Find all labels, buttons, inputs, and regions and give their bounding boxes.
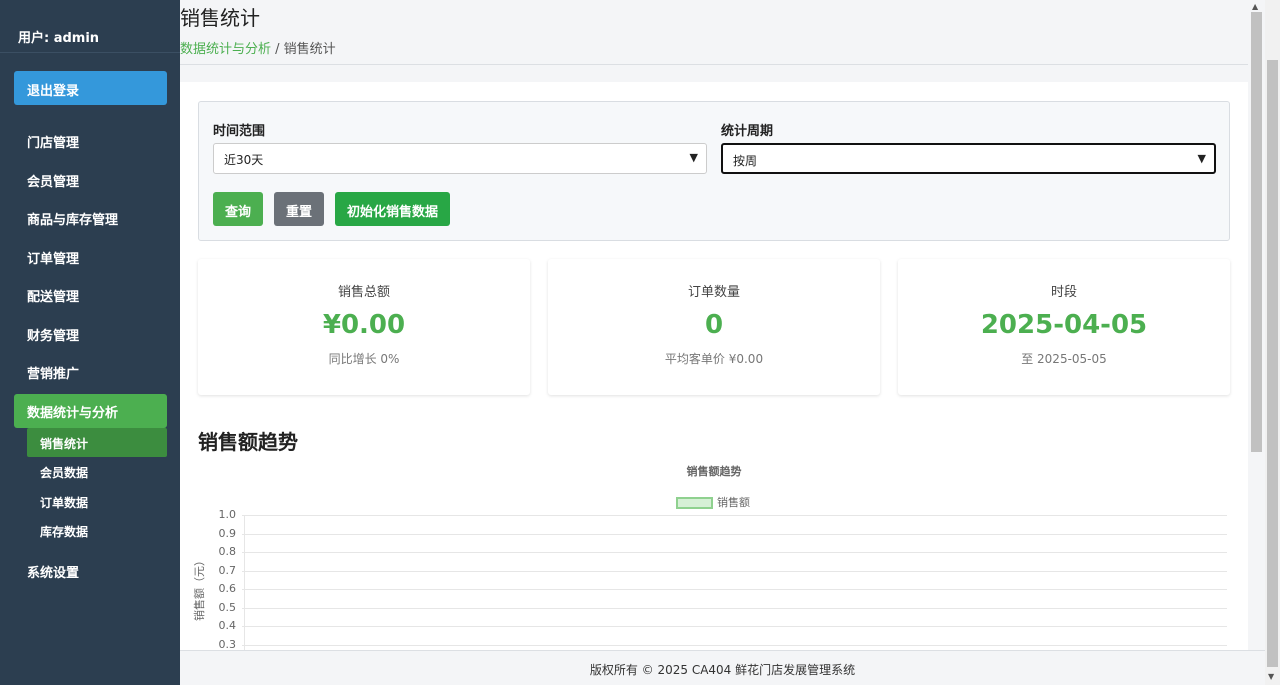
init-sales-data-button[interactable]: 初始化销售数据	[335, 192, 451, 226]
stat-card-total-sales: 销售总额 ¥0.00 同比增长 0%	[198, 259, 530, 395]
page-title: 销售统计	[180, 6, 260, 30]
sidebar-item-finance[interactable]: 财务管理	[0, 313, 180, 352]
chart-y-tick: 0.7	[218, 563, 237, 577]
chart-gridline	[242, 626, 1227, 627]
sidebar-item-delivery[interactable]: 配送管理	[0, 274, 180, 313]
stat-card-title: 订单数量	[687, 285, 740, 300]
chart-y-tick: 1.0	[218, 508, 237, 521]
section-title-sales-trend: 销售额趋势	[198, 430, 298, 454]
range-label: 时间范围	[213, 124, 266, 139]
breadcrumb-link-analytics[interactable]: 数据统计与分析	[180, 42, 271, 57]
period-select[interactable]: 按周 ▼	[721, 143, 1216, 174]
chevron-down-icon: ▼	[1197, 152, 1206, 165]
stat-card-sub: 平均客单价 ¥0.00	[664, 352, 764, 366]
reset-button[interactable]: 重置	[274, 192, 325, 226]
submenu-order-data[interactable]: 订单数据	[27, 487, 167, 517]
sales-trend-chart: 销售额趋势 销售额 销售额（元） 1.0 0.9 0.8 0.7 0.6 0.5 0.4 0.…	[193, 460, 1230, 651]
stat-card-sub: 同比增长 0%	[328, 352, 400, 366]
chart-gridline	[242, 533, 1227, 535]
sidebar-menu: 门店管理 会员管理 商品与库存管理 订单管理 配送管理 财务管理 营销推广 数据…	[0, 120, 180, 588]
sidebar-item-analytics[interactable]: 数据统计与分析	[14, 393, 167, 428]
range-select-value: 近30天	[224, 153, 264, 167]
sidebar-item-stores[interactable]: 门店管理	[0, 120, 180, 159]
stat-card-value: 0	[704, 310, 724, 340]
chart-y-tick: 0.9	[218, 526, 237, 540]
stat-card-value: ¥0.00	[322, 310, 406, 340]
sidebar-item-marketing[interactable]: 营销推广	[0, 351, 180, 390]
sidebar-item-products[interactable]: 商品与库存管理	[0, 197, 180, 236]
period-select-value: 按周	[733, 154, 758, 168]
sidebar-item-settings[interactable]: 系统设置	[0, 550, 180, 589]
submenu-inventory-data[interactable]: 库存数据	[27, 516, 167, 546]
sidebar-item-members[interactable]: 会员管理	[0, 159, 180, 198]
analytics-submenu: 销售统计 会员数据 订单数据 库存数据	[27, 427, 167, 546]
chart-gridline	[242, 644, 1227, 646]
stat-card-title: 时段	[1050, 285, 1077, 300]
chart-y-tick: 0.4	[218, 619, 237, 632]
submenu-member-data[interactable]: 会员数据	[27, 457, 167, 487]
footer-copyright: 版权所有 © 2025 CA404 鲜花门店发展管理系统	[180, 650, 1265, 685]
chart-gridline	[242, 607, 1227, 609]
scroll-up-icon[interactable]: ▲	[1252, 2, 1258, 11]
sidebar-item-orders[interactable]: 订单管理	[0, 236, 180, 275]
chart-y-axis	[244, 515, 245, 650]
sidebar: 用户: admin 退出登录 门店管理 会员管理 商品与库存管理 订单管理 配送…	[0, 0, 180, 685]
logout-button[interactable]: 退出登录	[14, 71, 167, 105]
breadcrumb-current: 销售统计	[283, 42, 336, 57]
chart-gridline	[242, 515, 1227, 516]
chart-y-tick: 0.6	[218, 582, 237, 595]
stat-card-value: 2025-04-05	[980, 310, 1148, 340]
filter-panel: 时间范围 近30天 ▼ 统计周期 按周 ▼ 查询 重置 初始化销售数据	[198, 101, 1230, 241]
stat-card-title: 销售总额	[337, 285, 390, 300]
page-scrollbar-thumb[interactable]	[1267, 60, 1278, 667]
chart-gridline	[242, 552, 1227, 553]
range-select[interactable]: 近30天 ▼	[213, 143, 707, 174]
chart-title: 销售额趋势	[686, 465, 742, 478]
stat-card-order-count: 订单数量 0 平均客单价 ¥0.00	[548, 259, 880, 395]
chart-y-axis-label: 销售额（元）	[193, 555, 206, 621]
page-header: 销售统计 数据统计与分析 / 销售统计	[180, 0, 1248, 65]
current-user: 用户: admin	[0, 0, 180, 53]
main-panel: 时间范围 近30天 ▼ 统计周期 按周 ▼ 查询 重置 初始化销售数据 销售总额…	[180, 82, 1248, 651]
chevron-down-icon: ▼	[689, 151, 698, 164]
chart-y-tick: 0.8	[218, 545, 237, 558]
period-label: 统计周期	[721, 124, 774, 139]
chart-legend[interactable]: 销售额	[676, 494, 750, 510]
submenu-sales-stats[interactable]: 销售统计	[27, 427, 167, 457]
breadcrumb: 数据统计与分析 / 销售统计	[180, 38, 336, 57]
chart-y-tick: 0.3	[218, 637, 237, 651]
legend-swatch	[676, 497, 713, 509]
chart-y-tick: 0.5	[218, 600, 237, 614]
legend-label: 销售额	[717, 496, 750, 509]
chart-gridline	[242, 589, 1227, 590]
query-button[interactable]: 查询	[213, 192, 264, 226]
stat-card-period: 时段 2025-04-05 至 2025-05-05	[898, 259, 1230, 395]
scroll-down-icon[interactable]: ▼	[1268, 672, 1274, 681]
breadcrumb-separator: /	[271, 42, 284, 57]
stat-card-sub: 至 2025-05-05	[1021, 352, 1107, 366]
content-scrollbar-thumb[interactable]	[1251, 12, 1262, 452]
chart-gridline	[242, 570, 1227, 572]
